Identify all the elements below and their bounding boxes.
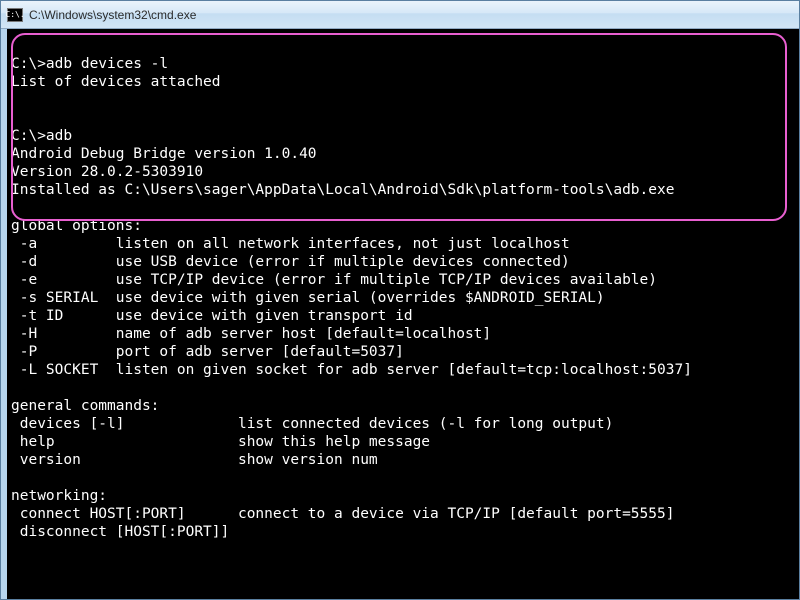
terminal-line (11, 469, 799, 487)
terminal-line: devices [-l] list connected devices (-l … (11, 415, 799, 433)
terminal-line (11, 109, 799, 127)
terminal-line: global options: (11, 217, 799, 235)
terminal-line: -e use TCP/IP device (error if multiple … (11, 271, 799, 289)
terminal-line: -a listen on all network interfaces, not… (11, 235, 799, 253)
terminal-line: C:\>adb devices -l (11, 55, 799, 73)
terminal-line: Android Debug Bridge version 1.0.40 (11, 145, 799, 163)
terminal-line: -t ID use device with given transport id (11, 307, 799, 325)
terminal-line: -d use USB device (error if multiple dev… (11, 253, 799, 271)
terminal-line: connect HOST[:PORT] connect to a device … (11, 505, 799, 523)
terminal-line: -P port of adb server [default=5037] (11, 343, 799, 361)
terminal-line: general commands: (11, 397, 799, 415)
terminal-line: List of devices attached (11, 73, 799, 91)
terminal-output[interactable]: C:\>adb devices -lList of devices attach… (7, 29, 799, 599)
terminal-line: C:\>adb (11, 127, 799, 145)
titlebar[interactable]: C:\. C:\Windows\system32\cmd.exe (1, 1, 799, 29)
terminal-line: -H name of adb server host [default=loca… (11, 325, 799, 343)
terminal-line: Installed as C:\Users\sager\AppData\Loca… (11, 181, 799, 199)
cmd-window: C:\. C:\Windows\system32\cmd.exe C:\>adb… (0, 0, 800, 600)
terminal-line: -s SERIAL use device with given serial (… (11, 289, 799, 307)
terminal-line (11, 37, 799, 55)
window-title: C:\Windows\system32\cmd.exe (29, 8, 196, 22)
terminal-line: version show version num (11, 451, 799, 469)
cmd-icon: C:\. (7, 8, 23, 22)
terminal-line: disconnect [HOST[:PORT]] (11, 523, 799, 541)
terminal-line (11, 199, 799, 217)
terminal-line: networking: (11, 487, 799, 505)
terminal-line: help show this help message (11, 433, 799, 451)
terminal-line (11, 379, 799, 397)
terminal-line: Version 28.0.2-5303910 (11, 163, 799, 181)
terminal-line (11, 91, 799, 109)
terminal-line: -L SOCKET listen on given socket for adb… (11, 361, 799, 379)
